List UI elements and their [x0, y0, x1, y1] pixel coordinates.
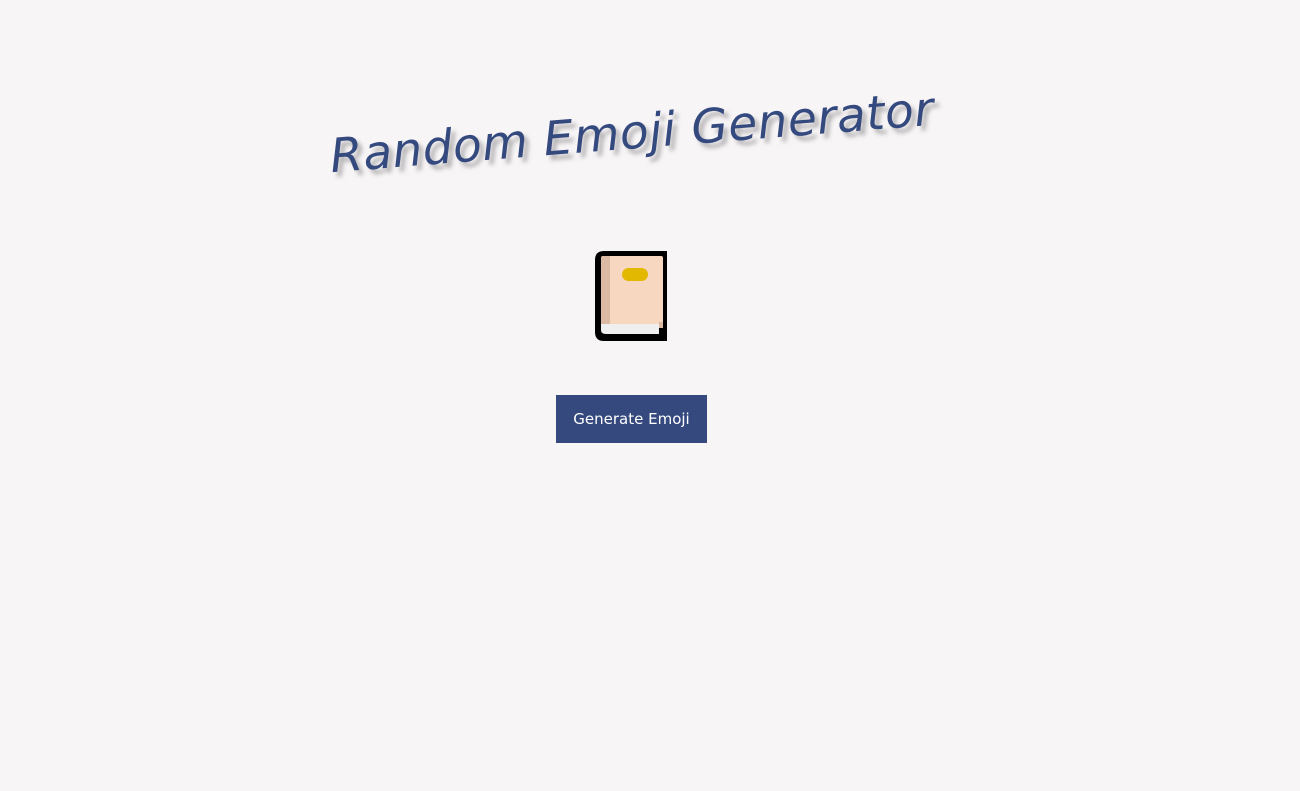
emoji-display	[594, 250, 670, 342]
page: Random Emoji Generator Generate Emoji	[0, 0, 1300, 791]
closed-book-icon	[595, 251, 667, 341]
page-title: Random Emoji Generator	[328, 81, 936, 185]
generate-emoji-button[interactable]: Generate Emoji	[556, 395, 707, 443]
